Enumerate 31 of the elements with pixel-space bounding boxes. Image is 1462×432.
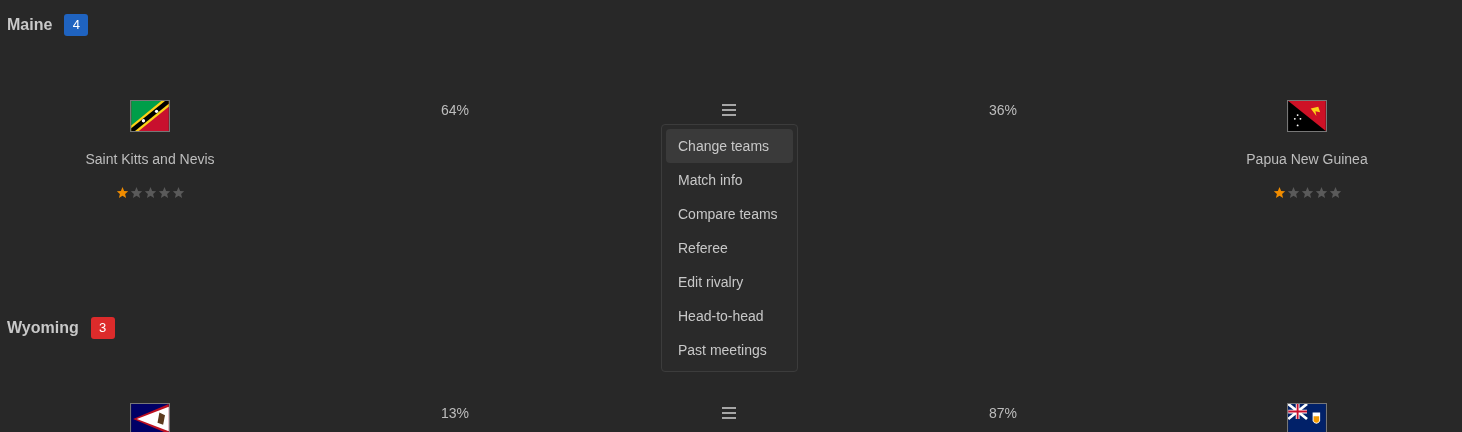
star-icon (1286, 186, 1300, 199)
win-percentage: 13% (441, 404, 469, 423)
win-percentage: 87% (989, 404, 1017, 423)
menu-item[interactable]: Edit rivalry (666, 265, 793, 299)
flag-icon (1287, 403, 1327, 432)
menu-item[interactable]: Referee (666, 231, 793, 265)
star-icon (1272, 186, 1286, 199)
team-name: Saint Kitts and Nevis (85, 150, 215, 169)
star-icon (1300, 186, 1314, 199)
star-icon (1314, 186, 1328, 199)
star-icon (143, 186, 157, 199)
star-icon (115, 186, 129, 199)
menu-item[interactable]: Change teams (666, 129, 793, 163)
menu-item[interactable]: Past meetings (666, 333, 793, 367)
flag-icon (130, 403, 170, 432)
star-icon (171, 186, 185, 199)
flag-icon (130, 100, 170, 132)
team-name: Papua New Guinea (1246, 150, 1368, 169)
count-badge: 3 (90, 317, 115, 339)
menu-item[interactable]: Head-to-head (666, 299, 793, 333)
menu-item[interactable]: Compare teams (666, 197, 793, 231)
menu-item[interactable]: Match info (666, 163, 793, 197)
win-percentage: 36% (989, 101, 1017, 120)
group-title: Wyoming (7, 318, 79, 338)
flag-icon (1287, 100, 1327, 132)
star-icon (129, 186, 143, 199)
star-icon (1328, 186, 1342, 199)
count-badge: 4 (64, 14, 89, 36)
win-percentage: 64% (441, 101, 469, 120)
group-title: Maine (7, 15, 53, 35)
star-icon (157, 186, 171, 199)
